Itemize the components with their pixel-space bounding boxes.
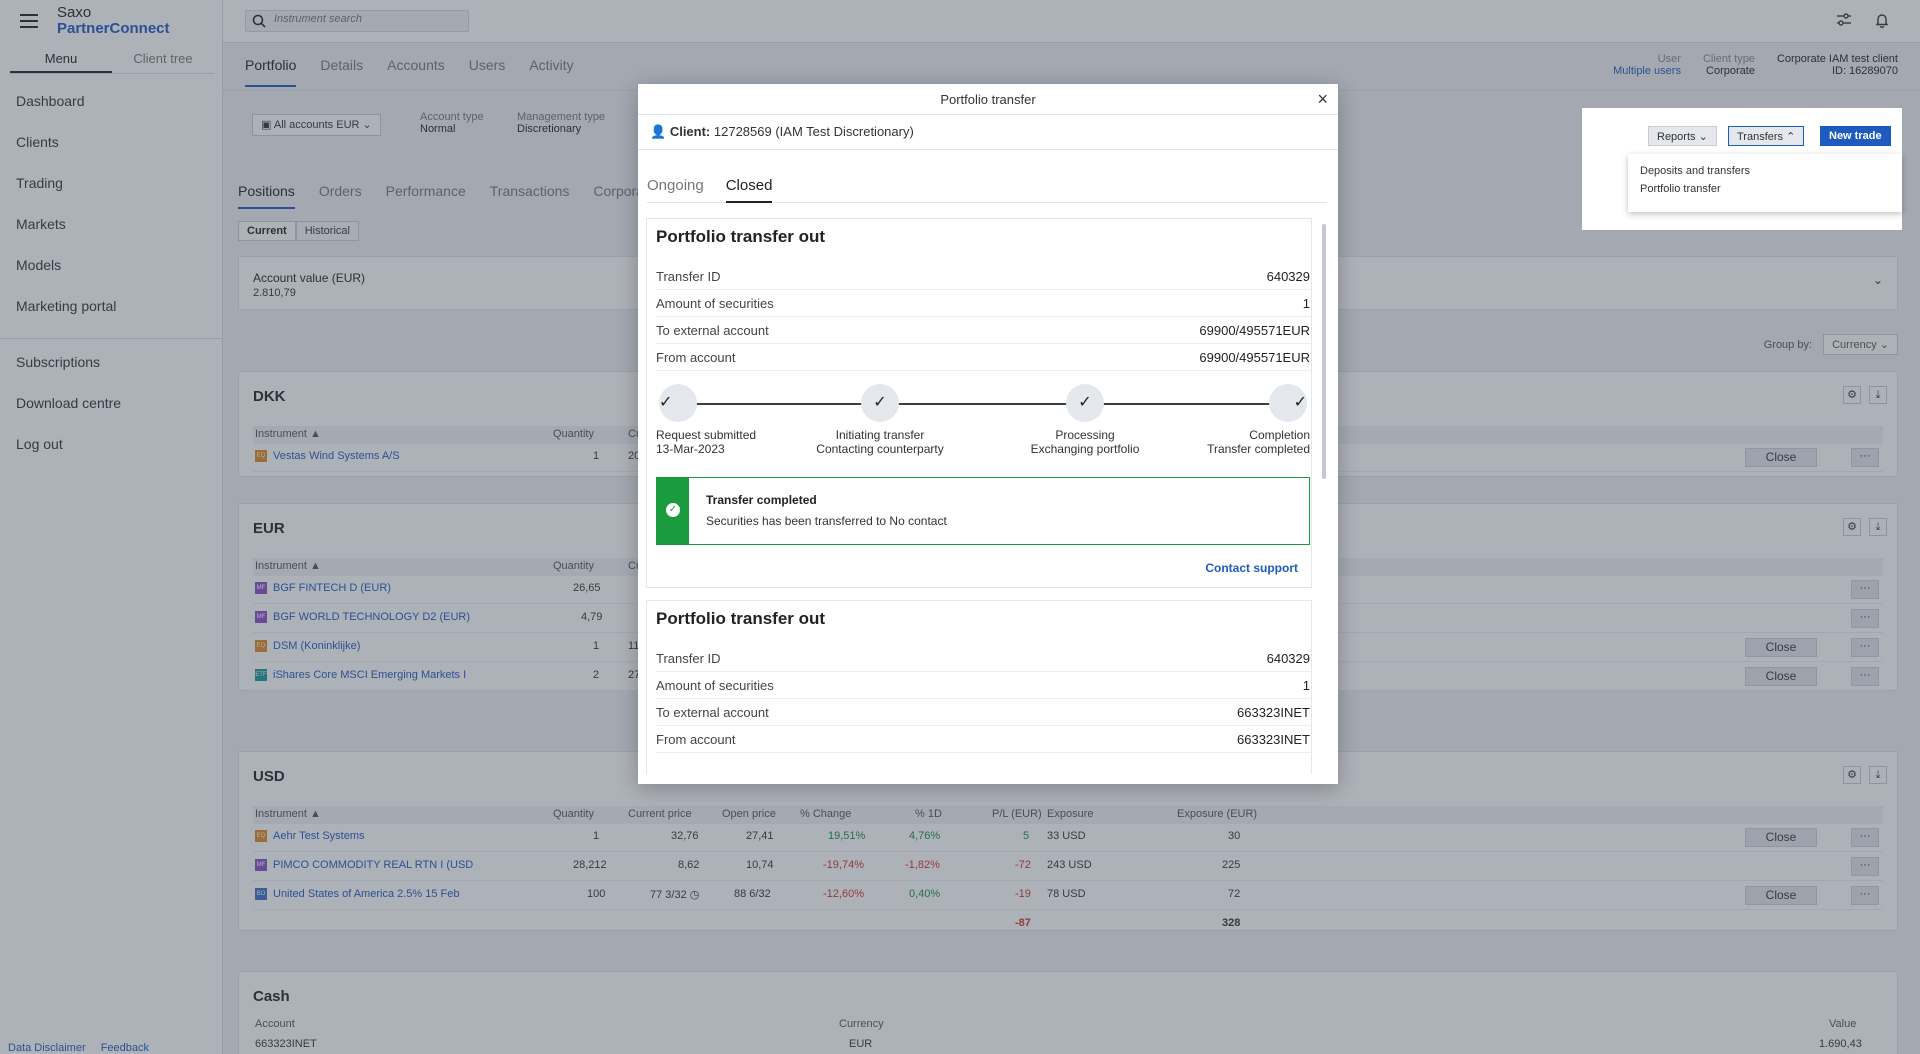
tab-closed[interactable]: Closed	[725, 177, 773, 203]
portfolio-transfer-modal: Portfolio transfer × 👤 Client: 12728569 …	[638, 84, 1338, 784]
transfer-card: Portfolio transfer out Transfer ID 640329…	[646, 218, 1312, 588]
transfer-progress: ✓ Request submitted 13-Mar-2023 ✓ Initiatin…	[656, 380, 1310, 470]
menu-item-deposits-transfers[interactable]: Deposits and transfers	[1628, 162, 1902, 180]
row-label: Transfer ID	[656, 269, 721, 284]
chevron-down-icon: ⌄	[1698, 131, 1708, 143]
reports-button[interactable]: Reports ⌄	[1648, 126, 1717, 146]
transfer-row: To external account 663323INET	[656, 699, 1310, 726]
row-value: 69900/495571EUR	[1199, 323, 1310, 338]
alert-description: Securities has been transferred to No co…	[706, 514, 947, 528]
transfer-list[interactable]: Portfolio transfer out Transfer ID 640329…	[646, 218, 1324, 774]
check-icon: ✓	[861, 384, 899, 422]
transfer-row: From account 69900/495571EUR	[656, 344, 1310, 371]
row-value: 640329	[1266, 651, 1310, 666]
row-label: From account	[656, 732, 736, 747]
actions-highlight: Reports ⌄ Transfers ⌃ New trade Deposits…	[1582, 108, 1902, 230]
transfer-card-title: Portfolio transfer out	[656, 227, 826, 246]
close-icon[interactable]: ×	[1317, 84, 1328, 115]
row-value: 1	[1302, 296, 1310, 311]
transfer-row: From account 663323INET	[656, 726, 1310, 753]
transfers-menu: Deposits and transfers Portfolio transfe…	[1628, 154, 1902, 212]
row-value: 663323INET	[1237, 732, 1310, 747]
step-subtitle: Contacting counterparty	[816, 442, 944, 456]
row-label: To external account	[656, 705, 769, 720]
check-circle-icon: ✓	[666, 503, 680, 517]
row-label: From account	[656, 350, 736, 365]
new-trade-button[interactable]: New trade	[1820, 126, 1891, 146]
transfer-card: Portfolio transfer out Transfer ID 640329…	[646, 600, 1312, 774]
step-completion: ✓ Completion Transfer completed	[1130, 380, 1310, 456]
transfer-card-title: Portfolio transfer out	[656, 609, 826, 628]
check-icon: ✓	[1269, 384, 1307, 422]
tab-ongoing[interactable]: Ongoing	[647, 177, 704, 202]
check-icon: ✓	[659, 384, 697, 422]
user-icon: 👤	[650, 124, 667, 139]
transfers-label: Transfers	[1737, 131, 1784, 143]
transfer-row: Amount of securities 1	[656, 290, 1310, 317]
chevron-up-icon: ⌃	[1786, 131, 1796, 143]
step-initiating: ✓ Initiating transfer Contacting counterpa…	[790, 380, 970, 456]
row-label: Amount of securities	[656, 678, 774, 693]
client-value: 12728569 (IAM Test Discretionary)	[713, 124, 914, 139]
transfer-row: To external account 69900/495571EUR	[656, 317, 1310, 344]
transfer-row: Amount of securities 1	[656, 672, 1310, 699]
row-value: 663323INET	[1237, 705, 1310, 720]
modal-client: 👤 Client: 12728569 (IAM Test Discretiona…	[638, 115, 1338, 150]
row-value: 69900/495571EUR	[1199, 350, 1310, 365]
step-title: Completion	[1249, 428, 1310, 442]
check-icon: ✓	[1066, 384, 1104, 422]
row-label: Transfer ID	[656, 651, 721, 666]
row-label: Amount of securities	[656, 296, 774, 311]
modal-title: Portfolio transfer	[940, 92, 1036, 107]
alert-title: Transfer completed	[706, 493, 817, 507]
reports-label: Reports	[1657, 131, 1696, 143]
transfer-completed-alert: ✓ Transfer completed Securities has been…	[656, 477, 1310, 545]
modal-tabs: Ongoing Closed	[647, 177, 1327, 203]
contact-support-link[interactable]: Contact support	[1205, 561, 1298, 575]
modal-scrollbar[interactable]	[1322, 224, 1326, 479]
transfer-row: Transfer ID 640329	[656, 263, 1310, 290]
step-title: Initiating transfer	[835, 428, 925, 442]
transfer-row: Transfer ID 640329	[656, 645, 1310, 672]
row-value: 640329	[1266, 269, 1310, 284]
step-subtitle: Transfer completed	[1207, 442, 1310, 456]
menu-item-portfolio-transfer[interactable]: Portfolio transfer	[1628, 180, 1902, 198]
row-label: To external account	[656, 323, 769, 338]
row-value: 1	[1302, 678, 1310, 693]
client-label: Client:	[669, 124, 711, 139]
transfers-button[interactable]: Transfers ⌃	[1728, 126, 1805, 146]
modal-header: Portfolio transfer ×	[638, 84, 1338, 115]
